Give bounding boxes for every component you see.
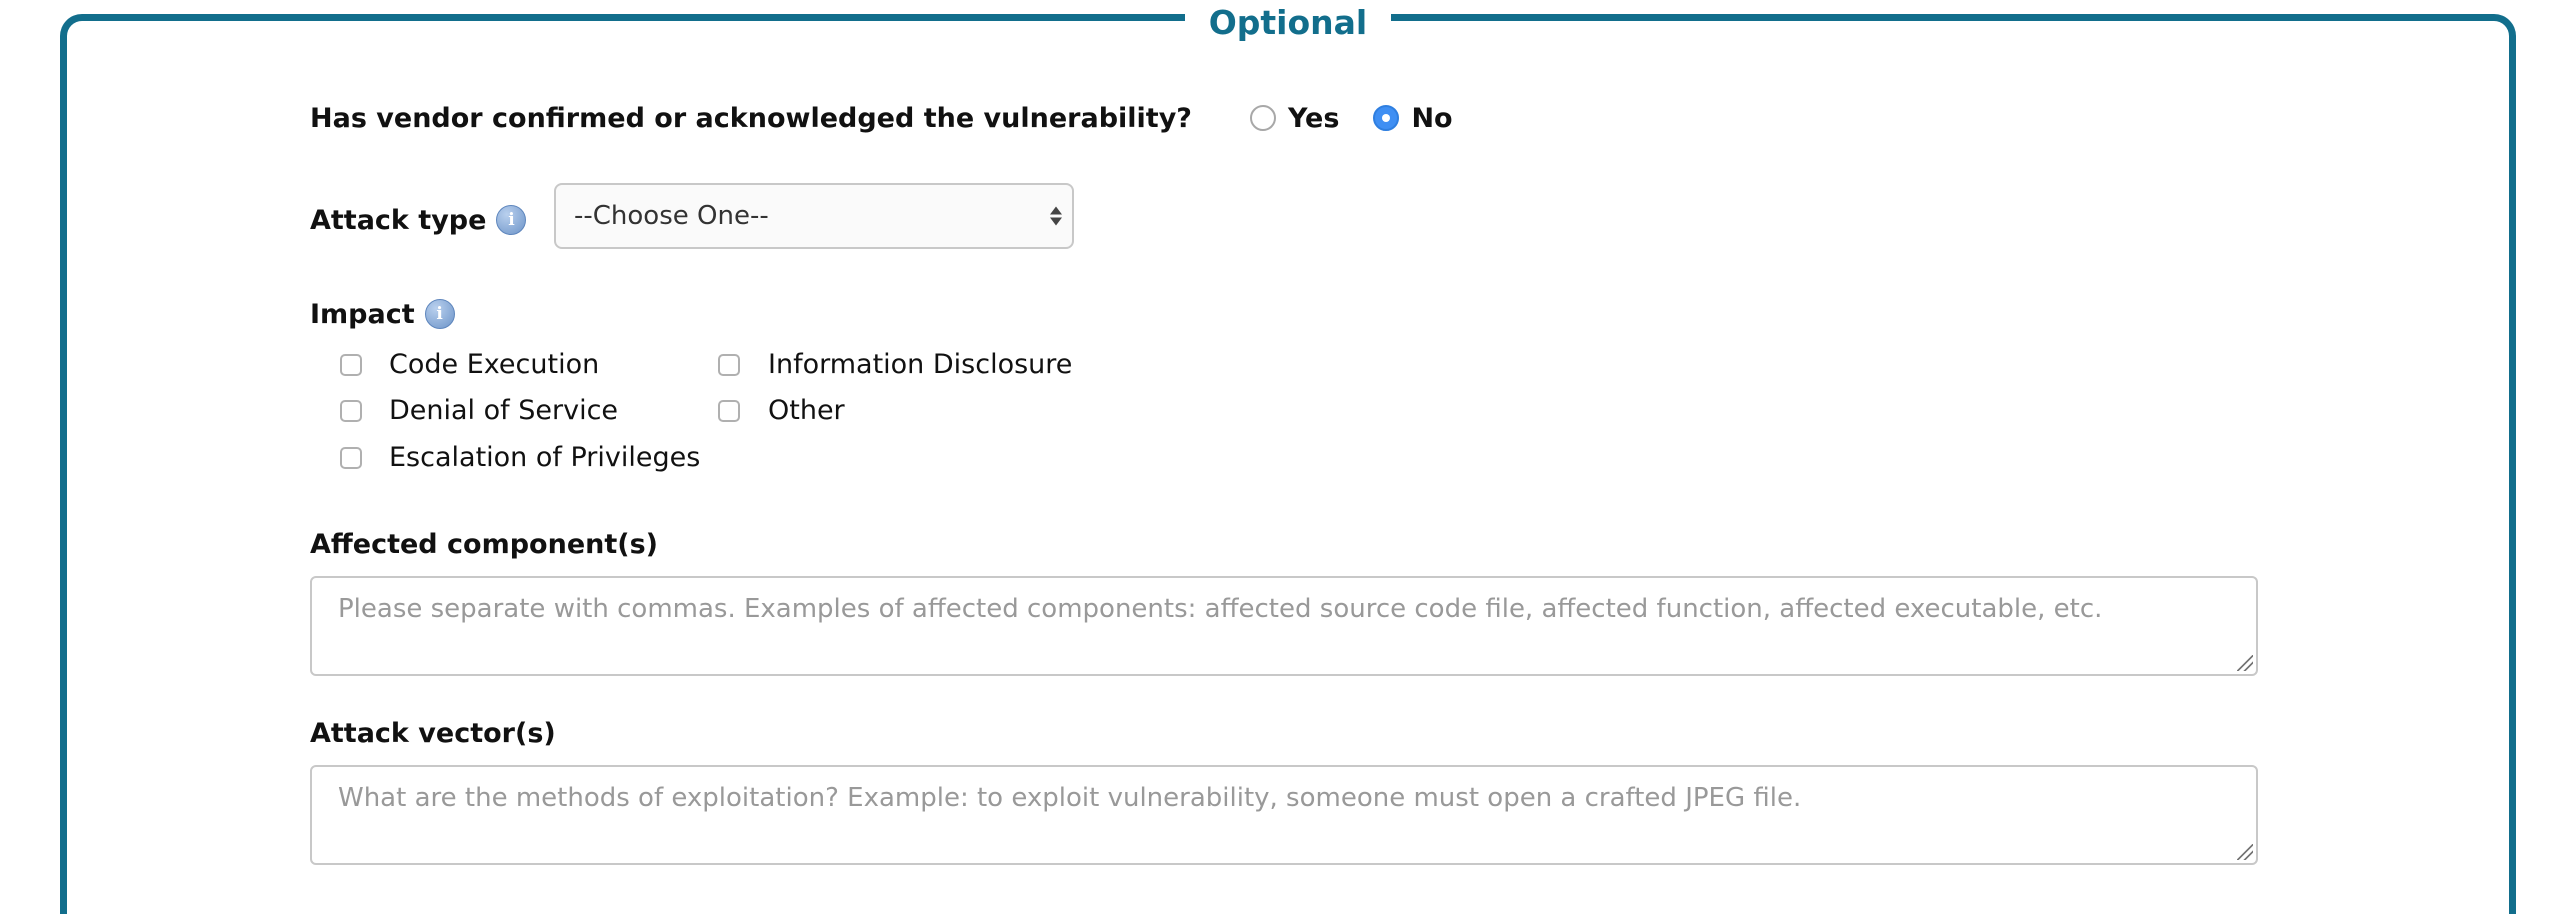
attack-type-select[interactable]: --Choose One-- [554, 183, 1074, 249]
affected-components-row: Affected component(s) [310, 524, 658, 564]
attack-type-label: Attack type [310, 204, 487, 236]
affected-components-label: Affected component(s) [310, 528, 659, 560]
vendor-yes-label[interactable]: Yes [1288, 103, 1339, 134]
fieldset-legend: Optional [67, 3, 2509, 42]
impact-option-denial-of-service[interactable]: Denial of Service [389, 396, 618, 426]
info-icon[interactable]: i [496, 205, 527, 235]
impact-option-escalation-of-privileges[interactable]: Escalation of Privileges [389, 443, 700, 473]
impact-label: Impact [310, 298, 415, 330]
checkbox-information-disclosure[interactable] [718, 354, 740, 376]
vendor-yes-radio[interactable] [1249, 105, 1276, 131]
attack-type-row: Attack type i [310, 200, 527, 240]
impact-option-other[interactable]: Other [768, 396, 845, 426]
checkbox-escalation-of-privileges[interactable] [340, 447, 362, 469]
resize-grip-icon[interactable] [2237, 655, 2253, 671]
vendor-question-row: Has vendor confirmed or acknowledged the… [310, 98, 1453, 138]
impact-row: Impact i [310, 294, 455, 334]
affected-components-placeholder: Please separate with commas. Examples of… [338, 594, 2103, 624]
attack-vectors-textarea[interactable]: What are the methods of exploitation? Ex… [310, 765, 2258, 865]
vendor-no-radio[interactable] [1373, 105, 1400, 131]
attack-vectors-label: Attack vector(s) [310, 717, 556, 749]
vendor-question-label: Has vendor confirmed or acknowledged the… [310, 102, 1192, 134]
impact-option-information-disclosure[interactable]: Information Disclosure [768, 350, 1072, 380]
attack-vectors-placeholder: What are the methods of exploitation? Ex… [338, 783, 1802, 813]
vendor-no-label[interactable]: No [1411, 103, 1452, 134]
checkbox-denial-of-service[interactable] [340, 400, 362, 422]
affected-components-textarea[interactable]: Please separate with commas. Examples of… [310, 576, 2258, 676]
checkbox-code-execution[interactable] [340, 354, 362, 376]
checkbox-other[interactable] [718, 400, 740, 422]
attack-type-selected-value: --Choose One-- [574, 201, 769, 231]
vendor-no-option[interactable]: No [1373, 103, 1453, 134]
vendor-yes-option[interactable]: Yes [1249, 103, 1339, 134]
fieldset-legend-text: Optional [1184, 3, 1392, 42]
info-icon[interactable]: i [424, 299, 455, 329]
impact-option-code-execution[interactable]: Code Execution [389, 350, 599, 380]
select-arrows-icon [1050, 206, 1062, 226]
resize-grip-icon[interactable] [2237, 844, 2253, 860]
attack-vectors-row: Attack vector(s) [310, 713, 556, 753]
